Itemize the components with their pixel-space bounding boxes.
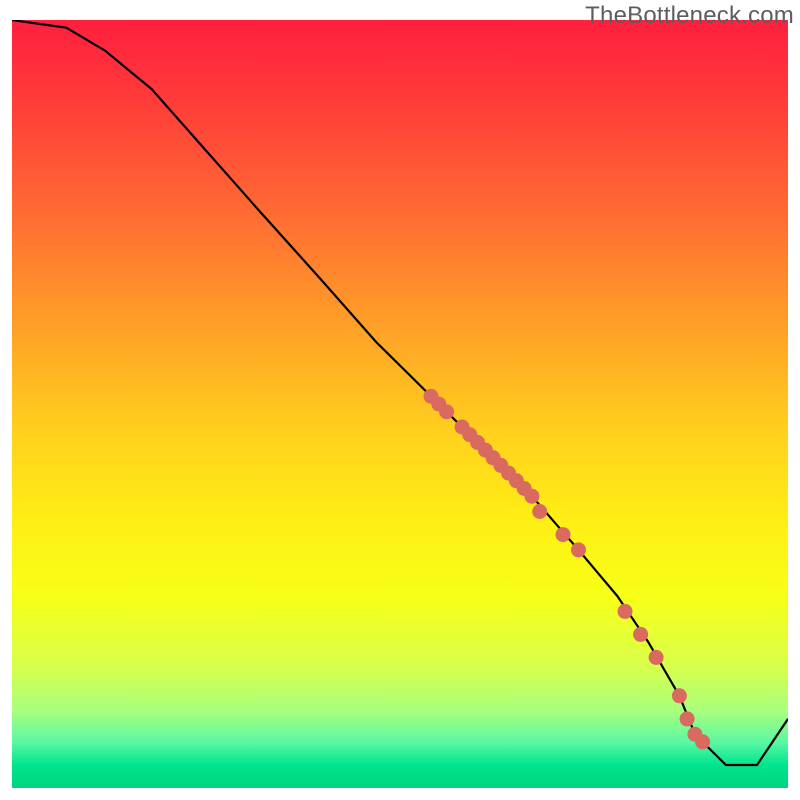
data-point-marker [524, 489, 539, 504]
data-markers [424, 389, 711, 750]
data-point-marker [633, 627, 648, 642]
data-point-marker [672, 688, 687, 703]
bottleneck-curve [12, 20, 788, 765]
data-point-marker [618, 604, 633, 619]
data-point-marker [695, 734, 710, 749]
data-point-marker [571, 542, 586, 557]
data-point-marker [680, 711, 695, 726]
data-point-marker [556, 527, 571, 542]
chart-plot-area [12, 20, 788, 788]
watermark-text: TheBottleneck.com [585, 2, 794, 30]
chart-svg [12, 20, 788, 788]
data-point-marker [532, 504, 547, 519]
data-point-marker [649, 650, 664, 665]
data-point-marker [439, 404, 454, 419]
